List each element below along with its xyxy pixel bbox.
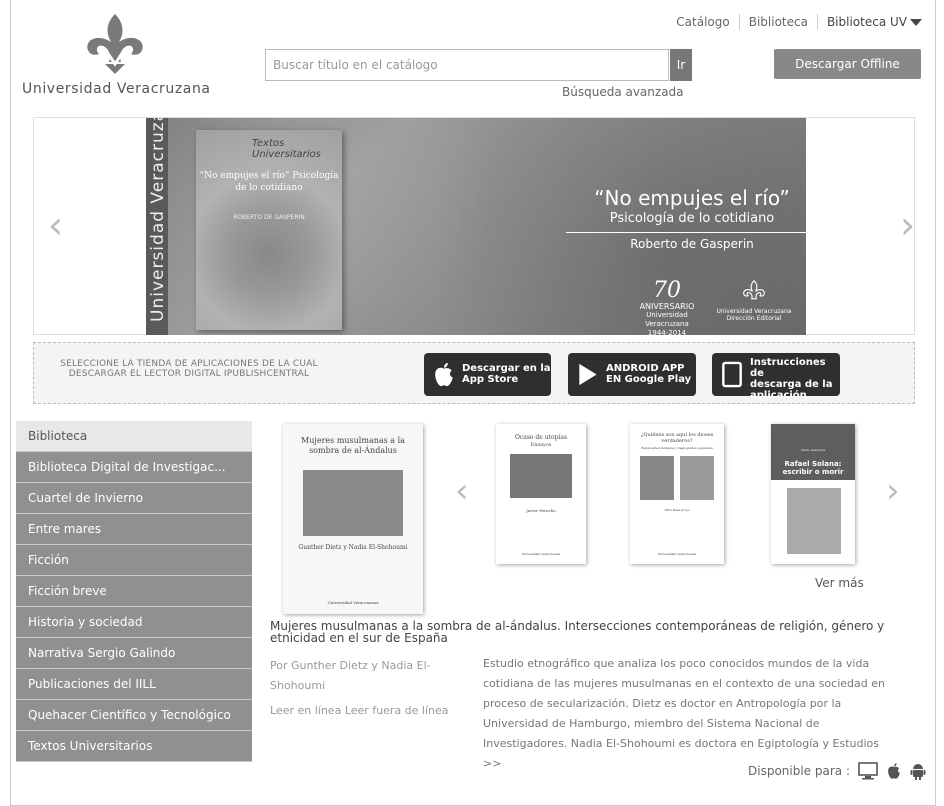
sidebar-item-ficcion-breve[interactable]: Ficción breve [16,576,252,607]
anniversary-label: ANIVERSARIO [639,302,695,311]
chevron-down-icon [910,19,922,26]
sidebar-item-cuartel-de-invierno[interactable]: Cuartel de Invierno [16,483,252,514]
search-button[interactable]: Ir [670,49,692,81]
sidebar-item-biblioteca[interactable]: Biblioteca [16,421,252,452]
book-image-right [680,456,714,500]
hero-book-title: “No empujes el río” Psicología de lo cot… [199,171,339,193]
book-image-left [640,456,674,500]
sidebar-item-biblioteca-digital[interactable]: Biblioteca Digital de Investigac... [16,452,252,483]
logo-text: Universidad Veracruzana [22,81,211,97]
available-label: Disponible para : [748,764,850,778]
top-link-catalogo[interactable]: Catálogo [667,14,740,30]
hero-subtitle: Psicología de lo cotidiano [609,211,775,226]
tablet-icon [722,361,742,388]
anniversary-org: Universidad Veracruzana [645,311,689,328]
search-input[interactable]: Buscar título en el catálogo [265,49,669,81]
book-author: Mario Saavedra [800,448,826,452]
top-link-biblioteca-uv-label: Biblioteca UV [826,15,907,29]
book-map-image [303,470,403,536]
apple-icon [435,362,453,387]
books-prev-arrow[interactable]: ‹ [455,472,469,510]
category-sidebar: Biblioteca Biblioteca Digital de Investi… [16,421,252,762]
book-subtitle: Ensayos [530,442,552,448]
advanced-search-link[interactable]: Búsqueda avanzada [562,85,684,99]
hero-divider [566,232,806,233]
book-publisher: Universidad Veracruzana [521,552,561,556]
sidebar-item-entre-mares[interactable]: Entre mares [16,514,252,545]
sidebar-item-ficcion[interactable]: Ficción [16,545,252,576]
anniversary-logo: 70 ANIVERSARIO Universidad Veracruzana 1… [626,278,708,336]
top-link-biblioteca[interactable]: Biblioteca [740,14,818,30]
download-offline-reader-button[interactable]: Descargar Offline Reader [774,49,921,101]
hero-next-arrow[interactable]: › [900,206,915,244]
android-icon[interactable] [910,762,926,780]
book-author: Félix Báez-Jorge [664,508,690,512]
app-instructions-button[interactable]: Instrucciones de descarga de la aplicaci… [712,353,840,401]
book-cover[interactable]: Ocaso de utopías Ensayos Javier Perucho … [496,424,586,564]
google-play-label: ANDROID APP EN Google Play [606,363,692,385]
hero-book-author: ROBERTO DE GASPERIN [233,214,305,221]
app-store-strip: SELECCIONE LA TIENDA DE APLICACIONES DE … [33,342,915,404]
book-illustration [787,488,841,554]
availability: Disponible para : [748,762,926,780]
book-subtitle: Religiosidad indígena y hagiografías pop… [641,446,713,450]
sidebar-item-publicaciones-iill[interactable]: Publicaciones del IILL [16,669,252,700]
sidebar-item-historia-y-sociedad[interactable]: Historia y sociedad [16,607,252,638]
book-title: Mujeres musulmanas a la sombra de al-Ánd… [301,436,405,455]
book-title: Ocaso de utopías [514,434,568,441]
top-link-biblioteca-uv[interactable]: Biblioteca UV [818,14,922,30]
see-more-link[interactable]: Ver más [815,576,864,590]
hero-author: Roberto de Gasperin [630,237,754,251]
play-store-icon [579,363,597,386]
hero-carousel: ‹ Universidad Veracruzana Textos Univers… [33,117,915,335]
book-cover[interactable]: ¿Quiénes son aquí los dioses verdaderos?… [630,424,724,564]
anniversary-years: 1944-2014 [647,329,687,335]
book-detail-authors: Por Gunther Dietz y Nadia El-Shohoumi [270,659,431,692]
uv-logo-sub: Dirección Editorial [726,315,782,322]
book-author: Gunther Dietz y Nadia El-Shohoumi [298,544,408,551]
anniversary-number: 70 [653,278,681,303]
uv-logo: Universidad Veracruzana Dirección Editor… [714,278,794,322]
book-cover[interactable]: Mujeres musulmanas a la sombra de al-Ánd… [283,424,423,614]
books-next-arrow[interactable]: › [886,472,900,510]
app-store-instruction: SELECCIONE LA TIENDA DE APLICACIONES DE … [60,359,318,379]
book-title: ¿Quiénes son aquí los dioses verdaderos? [640,432,714,444]
app-store-button[interactable]: Descargar en la App Store [424,353,551,396]
hero-prev-arrow[interactable]: ‹ [48,206,63,244]
apple-icon[interactable] [886,762,902,780]
book-detail-summary: Estudio etnográfico que analiza los poco… [483,657,885,770]
book-image [510,454,572,498]
book-title: Rafael Solana: escribir o morir [782,460,844,476]
uv-logo-label: Universidad Veracruzana [716,308,792,315]
fleur-de-lis-icon [87,14,143,74]
book-detail-title[interactable]: Mujeres musulmanas a la sombra de al-ánd… [270,620,920,644]
fleur-de-lis-icon [743,279,765,300]
book-cover[interactable]: Rafael Solana: escribir o morir Mario Sa… [771,424,855,564]
hero-banner-image[interactable]: Universidad Veracruzana Textos Universit… [146,118,806,335]
university-logo[interactable]: Universidad Veracruzana [20,12,210,102]
top-nav: Catálogo Biblioteca Biblioteca UV [667,14,922,30]
hero-caption: “No empujes el río” Psicología de lo cot… [566,186,806,251]
hero-book-publisher: Textos Universitarios [252,138,321,160]
app-store-label: Descargar en la App Store [462,363,551,385]
hero-book-art [196,130,342,330]
hero-vertical-text: Universidad Veracruzana [148,118,168,322]
sidebar-item-quehacer-cientifico[interactable]: Quehacer Científico y Tecnológico [16,700,252,731]
read-links[interactable]: Leer en línea Leer fuera de línea [270,704,449,717]
google-play-button[interactable]: ANDROID APP EN Google Play [568,353,696,396]
book-publisher: Universidad Veracruzana [657,552,697,556]
book-author: Javier Perucho [526,508,556,513]
sidebar-item-textos-universitarios[interactable]: Textos Universitarios [16,731,252,762]
app-instructions-label: Instrucciones de descarga de la aplicaci… [750,357,833,401]
book-publisher: Universidad Veracruzana [327,600,379,605]
hero-book-cover: Textos Universitarios “No empujes el río… [196,130,342,330]
hero-title: “No empujes el río” [594,186,790,210]
monitor-icon[interactable] [858,762,878,780]
sidebar-item-narrativa-sergio-galindo[interactable]: Narrativa Sergio Galindo [16,638,252,669]
